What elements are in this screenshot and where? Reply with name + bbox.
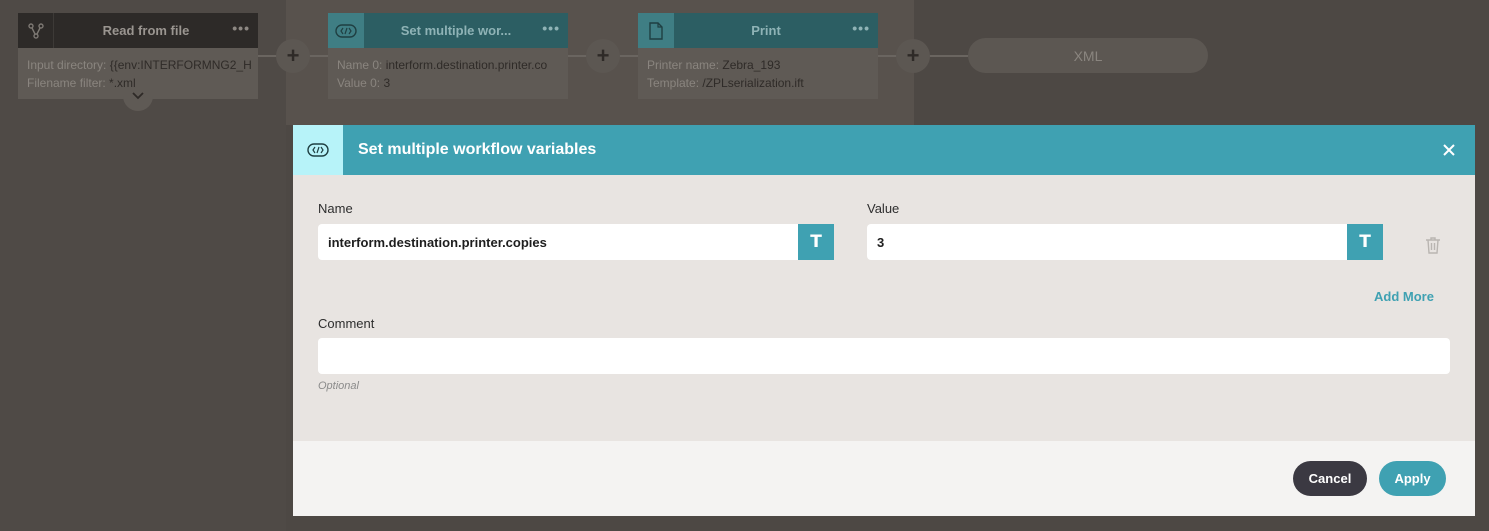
close-icon[interactable]: [1441, 142, 1457, 158]
optional-hint: Optional: [318, 380, 359, 392]
variables-icon: [293, 125, 343, 175]
node-title: Print: [751, 23, 781, 38]
node-field-value: interform.destination.printer.co: [385, 58, 548, 72]
trash-icon[interactable]: [1425, 236, 1441, 259]
workflow-node-read-from-file[interactable]: Read from file ••• Input directory: {{en…: [18, 13, 258, 99]
comment-label: Comment: [318, 316, 375, 331]
node-field-key: Printer name:: [647, 58, 720, 72]
set-variables-dialog: Set multiple workflow variables Name int…: [293, 125, 1475, 516]
node-field-key: Name 0:: [337, 58, 383, 72]
node-menu-icon[interactable]: •••: [542, 21, 560, 35]
node-title: Read from file: [102, 23, 190, 38]
workflow-node-print[interactable]: Print ••• Printer name: Zebra_193 Templa…: [638, 13, 878, 99]
name-label: Name: [318, 201, 353, 216]
add-step-button[interactable]: +: [586, 39, 620, 73]
node-field-value: 3: [383, 76, 391, 90]
node-field-value: Zebra_193: [722, 58, 781, 72]
workflow-node-set-variables[interactable]: Set multiple wor... ••• Name 0: interfor…: [328, 13, 568, 99]
variable-value-input[interactable]: 3: [867, 224, 1347, 260]
add-step-button[interactable]: +: [276, 39, 310, 73]
comment-input[interactable]: [318, 338, 1450, 374]
dialog-footer: Cancel Apply: [293, 441, 1475, 516]
node-title: Set multiple wor...: [400, 23, 512, 38]
dialog-title: Set multiple workflow variables: [358, 141, 597, 158]
node-field-key: Value 0:: [337, 76, 381, 90]
dialog-header: Set multiple workflow variables: [293, 125, 1475, 175]
name-type-toggle-button[interactable]: T: [798, 224, 834, 260]
add-step-button[interactable]: +: [896, 39, 930, 73]
node-field-key: Input directory:: [27, 58, 107, 72]
node-summary: Name 0: interform.destination.printer.co…: [328, 48, 568, 99]
document-icon: [638, 13, 674, 48]
node-field-key: Filename filter:: [27, 76, 106, 90]
variable-name-input[interactable]: interform.destination.printer.copies: [318, 224, 798, 260]
node-field-value: /ZPLserialization.ift: [702, 76, 804, 90]
node-menu-icon[interactable]: •••: [852, 21, 870, 35]
workflow-end-node-xml[interactable]: XML: [968, 38, 1208, 73]
workflow-branch-icon: [18, 13, 54, 48]
node-field-key: Template:: [647, 76, 700, 90]
node-field-value: {{env:INTERFORMNG2_H: [109, 58, 252, 72]
variables-icon: [328, 13, 364, 48]
node-summary: Printer name: Zebra_193 Template: /ZPLse…: [638, 48, 878, 99]
cancel-button[interactable]: Cancel: [1293, 461, 1367, 496]
node-field-value: *.xml: [109, 76, 136, 90]
node-header: Set multiple wor... •••: [328, 13, 568, 48]
value-label: Value: [867, 201, 900, 216]
node-header: Read from file •••: [18, 13, 258, 48]
chevron-down-icon: [132, 92, 144, 100]
add-more-link[interactable]: Add More: [1374, 289, 1434, 304]
node-menu-icon[interactable]: •••: [232, 21, 250, 35]
apply-button[interactable]: Apply: [1379, 461, 1446, 496]
value-type-toggle-button[interactable]: T: [1347, 224, 1383, 260]
node-header: Print •••: [638, 13, 878, 48]
